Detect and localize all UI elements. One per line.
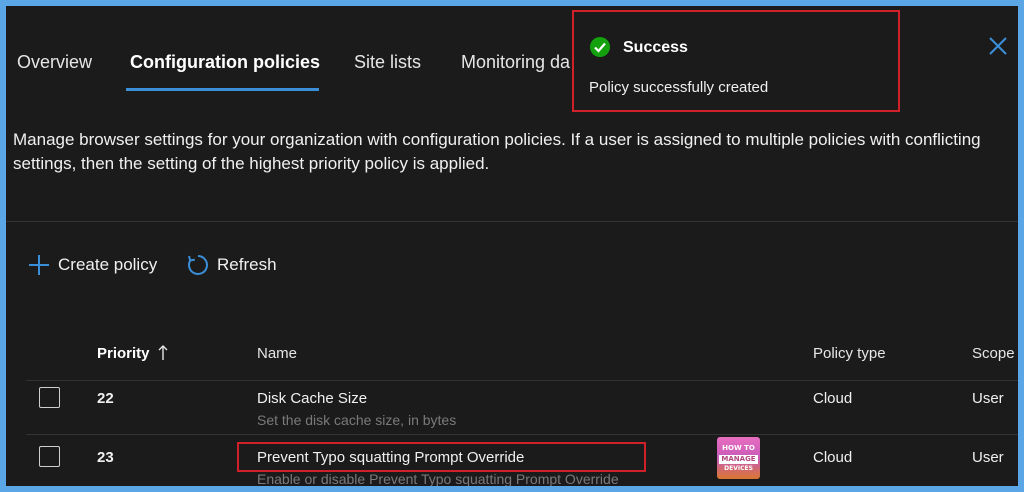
row-scope: User: [972, 390, 1004, 407]
watermark-line-2: MANAGE: [719, 454, 758, 464]
success-toast: Success Policy successfully created: [572, 10, 900, 112]
divider: [6, 221, 1018, 222]
tab-configuration-policies[interactable]: Configuration policies: [130, 52, 320, 73]
refresh-button[interactable]: Refresh: [187, 254, 277, 276]
tab-monitoring[interactable]: Monitoring da: [461, 52, 570, 73]
name-column-header[interactable]: Name: [257, 345, 297, 362]
header-separator: [26, 380, 1018, 381]
row-separator: [26, 434, 1018, 435]
refresh-label: Refresh: [217, 255, 277, 274]
watermark-logo: HOW TO MANAGE DEVICES: [717, 437, 760, 479]
row-checkbox[interactable]: [39, 387, 60, 408]
highlight-annotation: [237, 442, 646, 472]
active-tab-indicator: [126, 88, 319, 91]
policy-description: Enable or disable Prevent Typo squatting…: [257, 471, 619, 486]
arrow-up-icon: [158, 345, 168, 364]
priority-header-label: Priority: [97, 345, 150, 362]
tab-site-lists[interactable]: Site lists: [354, 52, 421, 73]
refresh-icon: [187, 254, 209, 276]
watermark-line-3: DEVICES: [724, 464, 753, 472]
policies-pane: Overview Configuration policies Site lis…: [6, 6, 1018, 486]
row-policy-type: Cloud: [813, 449, 853, 466]
row-priority: 22: [97, 390, 114, 407]
close-icon[interactable]: [986, 34, 1010, 58]
row-checkbox[interactable]: [39, 446, 60, 467]
success-check-icon: [589, 36, 611, 63]
create-policy-button[interactable]: Create policy: [28, 254, 157, 276]
toast-title: Success: [623, 39, 688, 56]
policy-name-link[interactable]: Disk Cache Size: [257, 390, 367, 407]
toast-message: Policy successfully created: [589, 79, 769, 96]
plus-icon: [28, 254, 50, 276]
row-policy-type: Cloud: [813, 390, 853, 407]
page-description: Manage browser settings for your organiz…: [13, 130, 981, 173]
policy-description: Set the disk cache size, in bytes: [257, 412, 457, 428]
create-policy-label: Create policy: [58, 255, 158, 274]
row-priority: 23: [97, 449, 114, 466]
policy-type-column-header[interactable]: Policy type: [813, 345, 886, 362]
scope-column-header[interactable]: Scope: [972, 345, 1015, 362]
watermark-line-1: HOW TO: [722, 443, 755, 452]
priority-column-header[interactable]: Priority: [97, 345, 168, 364]
tab-overview[interactable]: Overview: [17, 52, 92, 73]
row-scope: User: [972, 449, 1004, 466]
